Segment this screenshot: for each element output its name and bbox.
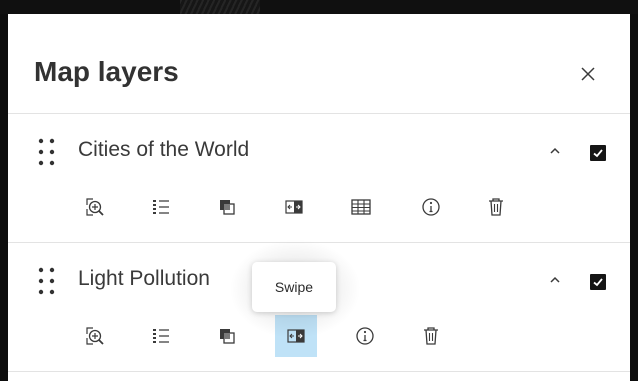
checkmark-icon xyxy=(593,278,603,287)
information-icon xyxy=(422,198,440,216)
drag-handle[interactable] xyxy=(38,267,56,295)
panel-header: Map layers xyxy=(8,14,630,114)
collapse-button[interactable] xyxy=(546,271,564,289)
drag-handle[interactable] xyxy=(38,138,56,166)
transparency-icon xyxy=(220,200,235,215)
swipe-tooltip: Swipe xyxy=(252,262,336,312)
drag-handle-icon xyxy=(38,267,55,295)
layer-name: Cities of the World xyxy=(78,138,250,161)
zoom-to-icon xyxy=(86,327,104,345)
information-icon xyxy=(356,327,374,345)
collapse-button[interactable] xyxy=(546,142,564,160)
layer-name: Light Pollution xyxy=(78,267,210,290)
panel-title: Map layers xyxy=(34,56,179,87)
zoom-to-button[interactable] xyxy=(74,315,116,357)
information-button[interactable] xyxy=(410,186,452,228)
legend-button[interactable] xyxy=(140,186,182,228)
trash-icon xyxy=(489,198,503,216)
attribute-table-button[interactable] xyxy=(340,186,382,228)
map-background xyxy=(0,0,638,14)
delete-button[interactable] xyxy=(410,315,452,357)
drag-handle-icon xyxy=(38,138,55,166)
map-texture xyxy=(180,0,260,14)
legend-icon xyxy=(153,329,169,343)
checkmark-icon xyxy=(593,149,603,158)
zoom-to-button[interactable] xyxy=(74,186,116,228)
delete-button[interactable] xyxy=(475,186,517,228)
attribute-table-icon xyxy=(351,199,371,215)
transparency-icon xyxy=(220,329,235,344)
legend-icon xyxy=(153,200,169,214)
map-layers-panel: Map layers Cities of the World Light Pol… xyxy=(8,14,630,381)
layer-row-cities-of-the-world: Cities of the World xyxy=(8,114,630,243)
swipe-button[interactable] xyxy=(273,186,315,228)
swipe-icon xyxy=(285,200,303,214)
zoom-to-icon xyxy=(86,198,104,216)
legend-button[interactable] xyxy=(140,315,182,357)
trash-icon xyxy=(424,327,438,345)
close-button[interactable] xyxy=(574,60,602,88)
transparency-button[interactable] xyxy=(206,186,248,228)
visibility-checkbox[interactable] xyxy=(590,274,606,290)
chevron-up-icon xyxy=(550,276,560,283)
chevron-up-icon xyxy=(550,147,560,154)
visibility-checkbox[interactable] xyxy=(590,145,606,161)
close-icon xyxy=(581,67,595,81)
